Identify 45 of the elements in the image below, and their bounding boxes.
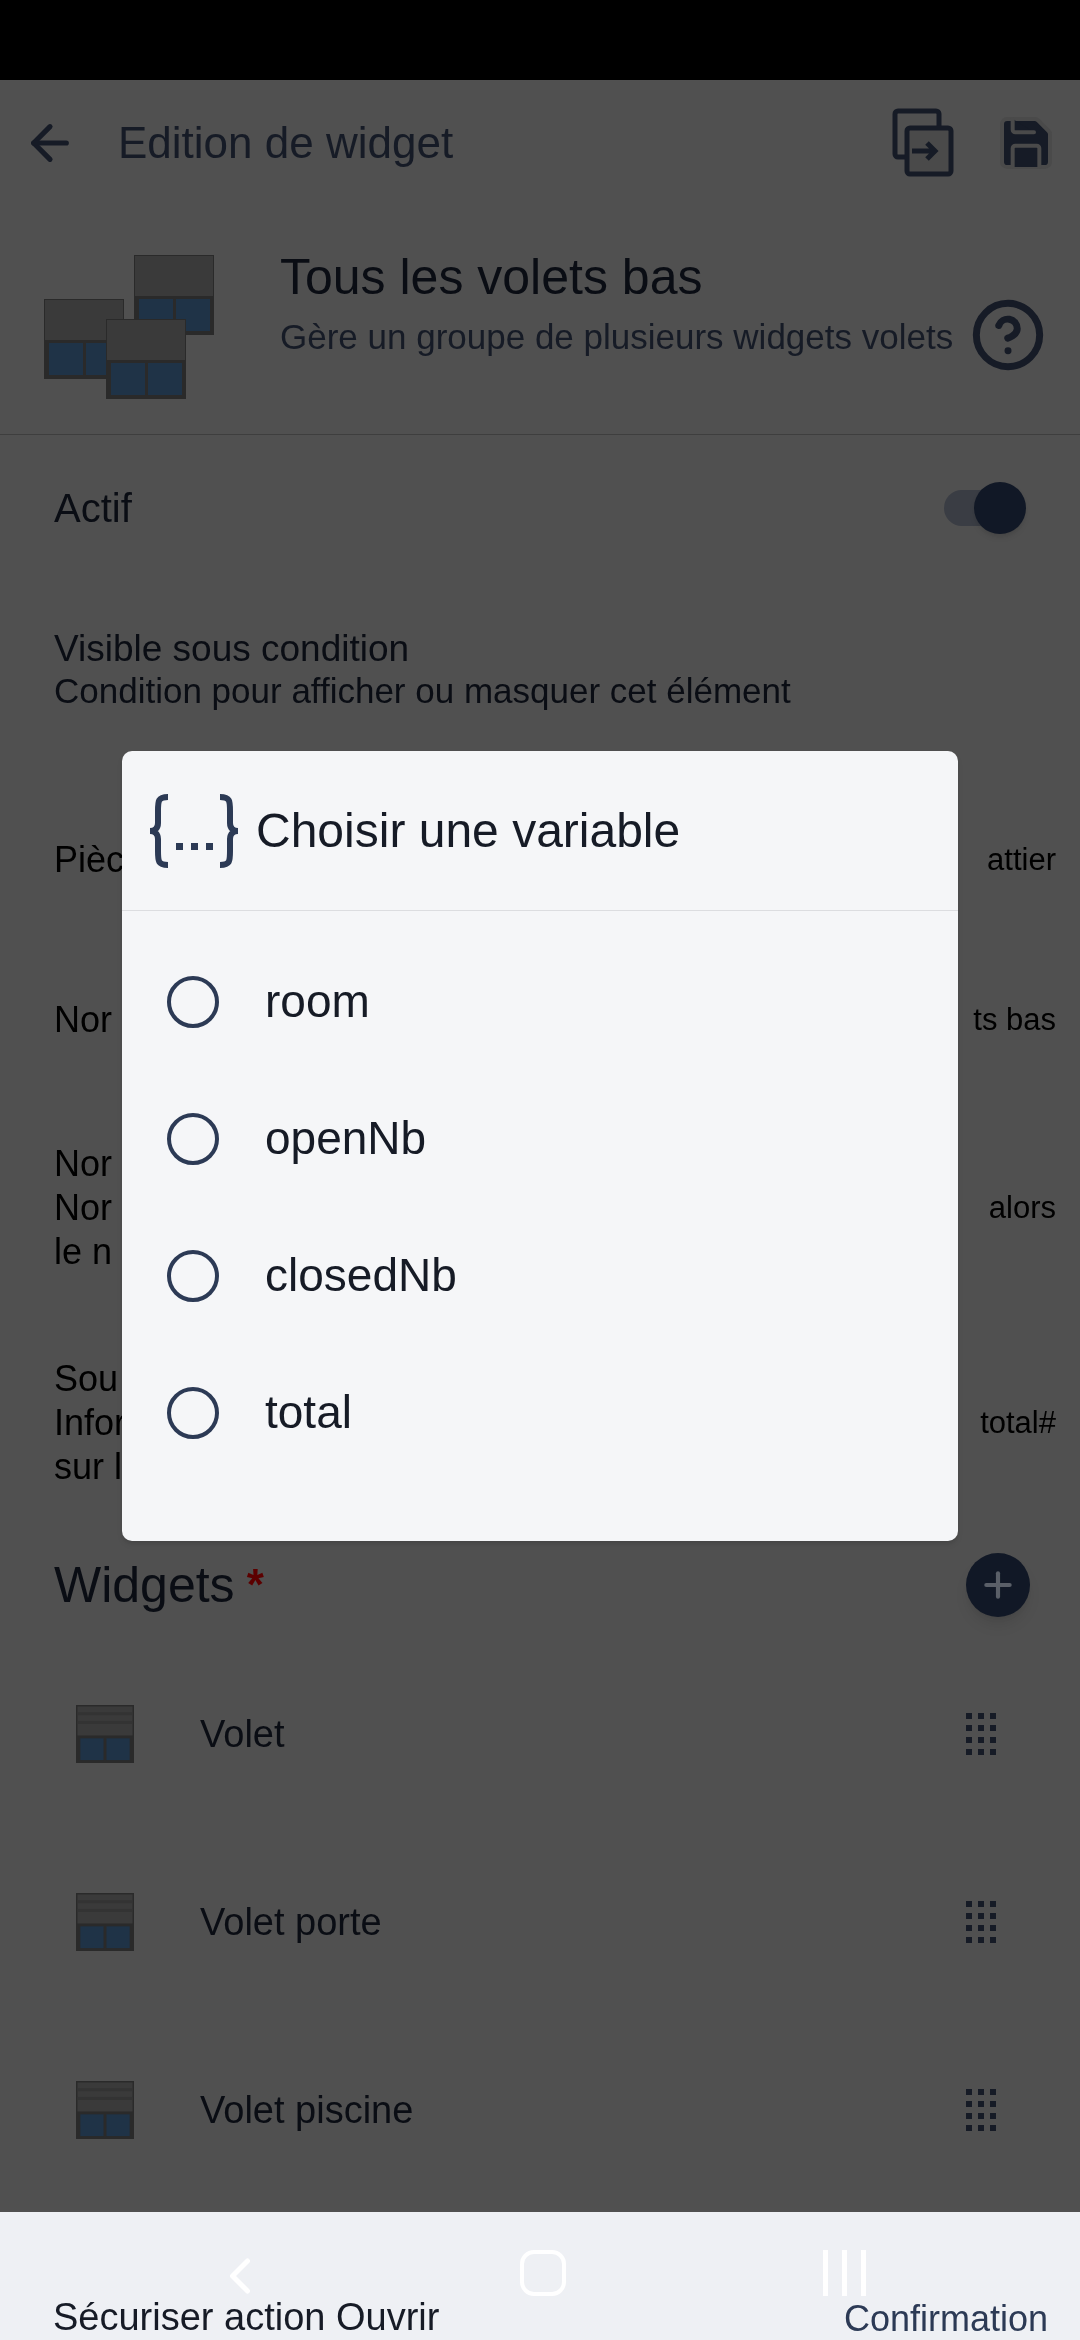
shutter-icon <box>76 2081 134 2139</box>
widget-name: Volet piscine <box>200 2087 414 2133</box>
radio-button[interactable] <box>167 1386 219 1439</box>
shutter-icon <box>76 1705 134 1763</box>
widget-name: Volet <box>200 1711 285 1757</box>
drag-handle-icon[interactable] <box>966 1901 996 1943</box>
setting-text-fragment: sur l <box>54 1444 122 1489</box>
setting-text-fragment: le n <box>54 1229 113 1274</box>
setting-text-fragment: Pièc <box>54 838 125 882</box>
required-mark: * <box>246 1559 264 1611</box>
setting-text-fragment: attier <box>987 841 1056 879</box>
dialog-title: Choisir une variable <box>256 802 681 859</box>
bottom-action-label: Sécuriser action Ouvrir <box>53 2295 440 2340</box>
shutter-icon <box>76 1893 134 1951</box>
radio-button[interactable] <box>167 975 219 1028</box>
setting-text-fragment: Nor <box>54 1141 112 1186</box>
variable-option[interactable]: room <box>122 933 958 1070</box>
variable-option[interactable]: openNb <box>122 1070 958 1207</box>
option-label: total <box>265 1385 352 1440</box>
drag-handle-icon[interactable] <box>966 1713 996 1755</box>
section-title: Widgets <box>54 1555 235 1615</box>
option-label: room <box>265 974 370 1029</box>
radio-button[interactable] <box>167 1249 219 1302</box>
setting-text-fragment: Nor <box>54 998 112 1042</box>
variable-option[interactable]: closedNb <box>122 1207 958 1344</box>
drag-handle-icon[interactable] <box>966 2089 996 2131</box>
setting-text-fragment: Sou <box>54 1356 119 1401</box>
shutters-group-icon <box>44 255 214 400</box>
copy-export-icon[interactable] <box>892 107 954 178</box>
option-label: openNb <box>265 1111 427 1166</box>
option-label: closedNb <box>265 1248 457 1303</box>
app-bar-title: Edition de widget <box>118 116 454 169</box>
help-icon[interactable] <box>970 297 1046 373</box>
setting-text-fragment: alors <box>988 1188 1056 1227</box>
widget-name: Volet porte <box>200 1899 382 1945</box>
radio-button[interactable] <box>167 1112 219 1165</box>
setting-text-fragment: total# <box>980 1403 1056 1442</box>
widget-title: Tous les volets bas <box>280 248 704 307</box>
setting-label: Actif <box>54 484 132 532</box>
widget-description: Gère un groupe de plusieurs widgets volets <box>280 316 955 358</box>
bottom-confirmation-label: Confirmation <box>843 2297 1048 2340</box>
setting-title: Visible sous condition <box>54 628 411 670</box>
setting-subtitle: Condition pour afficher ou masquer cet élément <box>54 670 792 712</box>
setting-text-fragment: ts bas <box>973 1001 1056 1039</box>
setting-text-fragment: Nor <box>54 1185 112 1230</box>
